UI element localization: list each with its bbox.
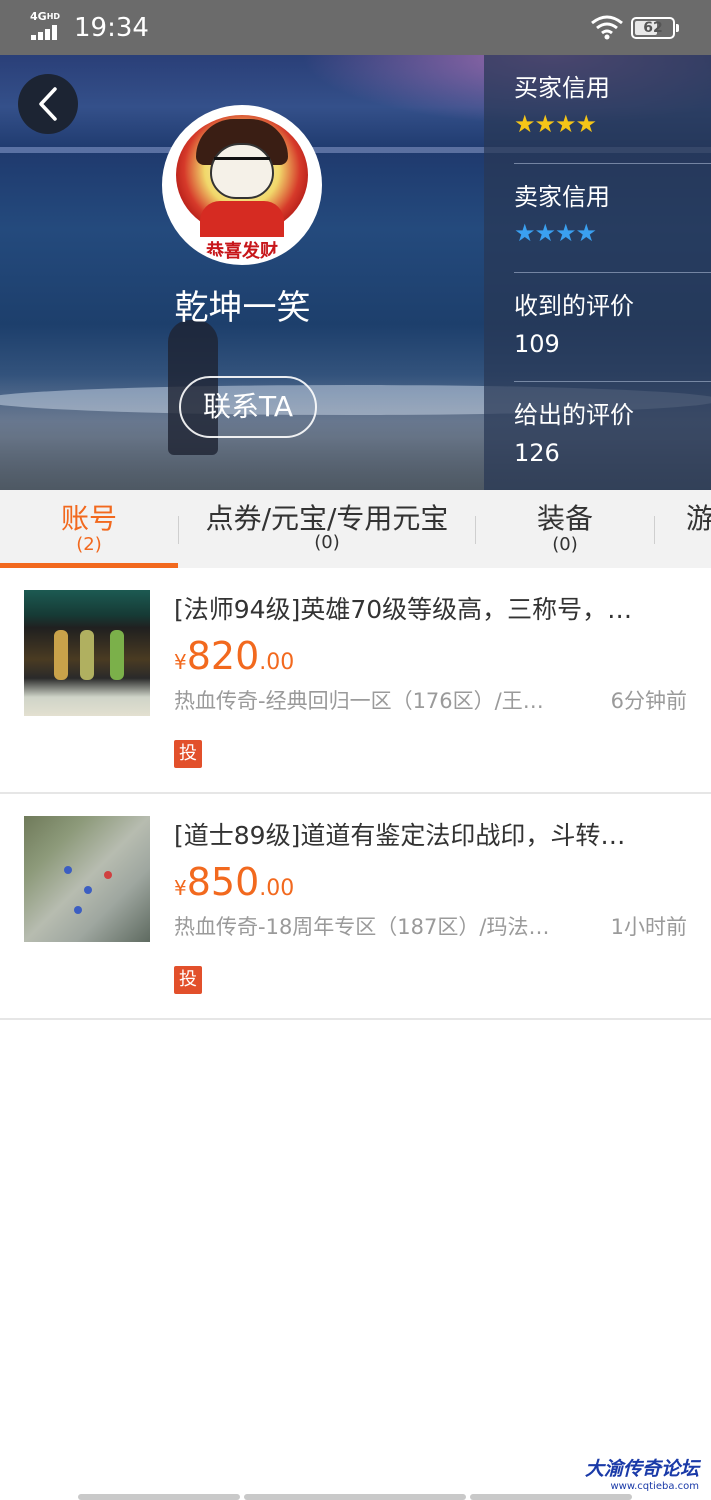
seller-credit: 卖家信用 ★★★★ (514, 164, 711, 273)
given-reviews-label: 给出的评价 (514, 401, 634, 429)
contact-button[interactable]: 联系TA (179, 376, 317, 438)
avatar-caption: 恭喜发财 (206, 241, 278, 262)
star-icon: ★ (534, 110, 556, 138)
bid-tag: 投 (174, 740, 202, 768)
buyer-credit-label: 买家信用 (514, 74, 610, 102)
user-nickname: 乾坤一笑 (174, 288, 311, 328)
home-indicator (78, 1494, 632, 1500)
status-time: 19:34 (74, 13, 149, 43)
network-type: 4GHD (30, 10, 61, 23)
buyer-credit-stars: ★★★★ (514, 110, 597, 138)
forum-watermark: 大渝传奇论坛 www.cqtieba.com (584, 1458, 699, 1492)
listing-price: ¥850.00 (174, 860, 295, 904)
profile-header: 恭喜发财 乾坤一笑 联系TA 买家信用 ★★★★ 卖家信用 ★★★★ 收到的评价… (0, 55, 711, 490)
listing-time: 6分钟前 (610, 689, 687, 713)
listing-price: ¥820.00 (174, 634, 295, 678)
signal-icon (31, 24, 63, 40)
seller-credit-label: 卖家信用 (514, 183, 610, 211)
battery-level: 62 (643, 20, 663, 36)
tab-game[interactable]: 游 (686, 490, 711, 568)
listing-title: [道士89级]道道有鉴定法印战印，斗转… (174, 821, 626, 850)
category-tabs: 账号 (2) 点券/元宝/专用元宝 (0) 装备 (0) 游 (0, 490, 711, 568)
battery-icon: 62 (631, 17, 679, 39)
received-reviews-label: 收到的评价 (514, 292, 634, 320)
tab-currency[interactable]: 点券/元宝/专用元宝 (0) (180, 490, 474, 568)
buyer-credit: 买家信用 ★★★★ (514, 55, 711, 164)
listing-title: [法师94级]英雄70级等级高，三称号，… (174, 595, 633, 624)
credit-stats-panel: 买家信用 ★★★★ 卖家信用 ★★★★ 收到的评价 109 给出的评价 126 (484, 55, 711, 490)
star-icon: ★ (575, 219, 597, 247)
chevron-left-icon (39, 87, 57, 121)
star-icon: ★ (534, 219, 556, 247)
wifi-icon (590, 14, 624, 40)
tab-account[interactable]: 账号 (2) (0, 490, 178, 568)
bid-tag: 投 (174, 966, 202, 994)
listing-server: 热血传奇-经典回归一区（176区）/王… (174, 689, 544, 713)
star-icon: ★ (555, 219, 576, 247)
list-item[interactable]: [道士89级]道道有鉴定法印战印，斗转… ¥850.00 热血传奇-18周年专区… (0, 794, 711, 1020)
seller-credit-stars: ★★★★ (514, 219, 597, 247)
listing-time: 1小时前 (610, 915, 687, 939)
back-button[interactable] (18, 74, 78, 134)
status-bar: 4GHD 19:34 62 (0, 0, 711, 55)
received-reviews-count: 109 (514, 330, 560, 358)
received-reviews[interactable]: 收到的评价 109 (514, 273, 711, 382)
avatar[interactable]: 恭喜发财 (162, 105, 322, 265)
star-icon: ★ (514, 110, 535, 138)
given-reviews-count: 126 (514, 439, 560, 467)
listing-thumbnail (24, 816, 150, 942)
tab-equipment[interactable]: 装备 (0) (477, 490, 653, 568)
given-reviews[interactable]: 给出的评价 126 (514, 382, 711, 490)
star-icon: ★ (575, 110, 597, 138)
listing-thumbnail (24, 590, 150, 716)
list-item[interactable]: [法师94级]英雄70级等级高，三称号，… ¥820.00 热血传奇-经典回归一… (0, 568, 711, 794)
listing-server: 热血传奇-18周年专区（187区）/玛法… (174, 915, 550, 939)
star-icon: ★ (514, 219, 535, 247)
star-icon: ★ (555, 110, 576, 138)
